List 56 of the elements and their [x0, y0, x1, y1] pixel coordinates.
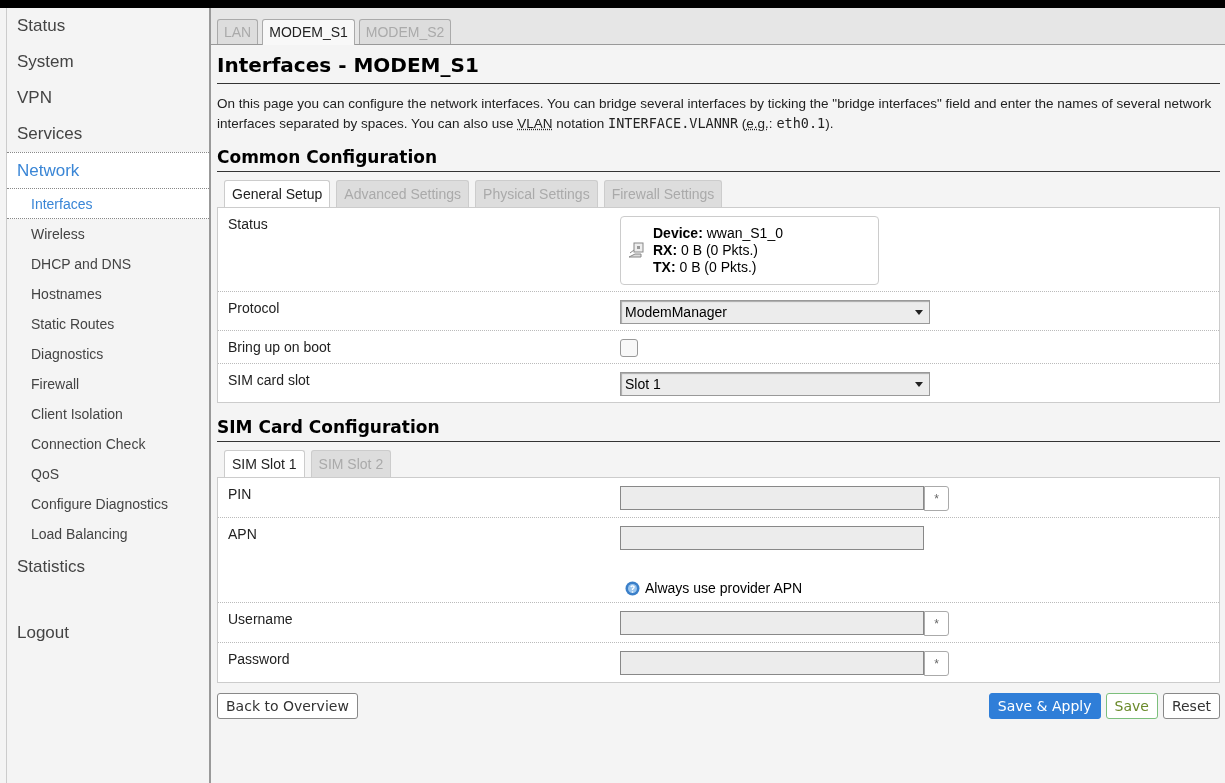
submenu-item[interactable]: Load Balancing	[7, 519, 209, 549]
menu-item[interactable]: System	[7, 44, 209, 80]
menu-item[interactable]: VPN	[7, 80, 209, 116]
save-button[interactable]: Save	[1105, 693, 1158, 720]
input-field[interactable]	[620, 526, 924, 551]
caret-icon	[915, 309, 923, 315]
submenu-item[interactable]: Hostnames	[7, 279, 209, 309]
field-label: Status	[228, 216, 269, 235]
dropdown[interactable]: Slot 1	[620, 372, 930, 397]
submenu-item[interactable]: Connection Check	[7, 429, 209, 459]
status-line: TX: 0 B (0 Pkts.)	[653, 259, 758, 277]
dropdown[interactable]: ModemManager	[620, 300, 930, 325]
menu-item[interactable]: Status	[7, 8, 209, 44]
checkbox[interactable]	[620, 339, 638, 358]
field-label: Protocol	[228, 300, 281, 319]
submenu-item[interactable]: Static Routes	[7, 309, 209, 339]
network-device-icon	[627, 240, 645, 261]
reveal-button[interactable]: *	[924, 486, 949, 512]
description-text: On this page you can configure the network interfaces. You can bridge several interfaces by ticking the "bridge interfaces" field and enter the names of several network interfaces separated by spaces. You can also use VLAN notation INTERFACE.VLANNR (e.g.: eth0.1).	[217, 95, 1213, 133]
logout-link[interactable]: Logout	[7, 615, 209, 651]
status-line: RX: 0 B (0 Pkts.)	[653, 242, 760, 260]
help-icon	[625, 580, 640, 596]
menu-item[interactable]: Services	[7, 116, 209, 152]
hint-text: Always use provider APN	[645, 580, 803, 597]
tab[interactable]: General Setup	[224, 180, 331, 208]
reveal-button[interactable]: *	[924, 611, 949, 637]
field-label: SIM card slot	[228, 372, 311, 391]
submenu-item[interactable]: Firewall	[7, 369, 209, 399]
input-field[interactable]	[620, 486, 924, 511]
submenu-item[interactable]: QoS	[7, 459, 209, 489]
tab[interactable]: MODEM_S1	[262, 19, 355, 45]
input-field[interactable]	[620, 651, 924, 676]
field-label: Password	[228, 651, 291, 670]
menu-item[interactable]: Network	[7, 152, 209, 189]
reveal-button[interactable]: *	[924, 651, 949, 677]
caret-icon	[915, 381, 923, 387]
tab[interactable]: SIM Slot 1	[224, 450, 305, 478]
field-label: Bring up on boot	[228, 339, 332, 358]
back-button[interactable]: Back to Overview	[217, 693, 358, 720]
submenu-item[interactable]: Diagnostics	[7, 339, 209, 369]
field-label: Username	[228, 611, 294, 630]
submenu-item[interactable]: DHCP and DNS	[7, 249, 209, 279]
page-title: Interfaces - MODEM_S1	[217, 53, 1220, 84]
section-title: SIM Card Configuration	[217, 417, 1220, 443]
submenu-item[interactable]: Interfaces	[7, 189, 209, 219]
status-line: Device: wwan_S1_0	[653, 225, 783, 243]
field-label: PIN	[228, 486, 253, 505]
menu-item[interactable]: Statistics	[7, 549, 209, 585]
submenu-item[interactable]: Wireless	[7, 219, 209, 249]
input-field[interactable]	[620, 611, 924, 636]
section-title: Common Configuration	[217, 147, 1220, 173]
submenu-item[interactable]: Client Isolation	[7, 399, 209, 429]
reset-button[interactable]: Reset	[1162, 693, 1220, 720]
save-apply-button[interactable]: Save & Apply	[988, 693, 1101, 720]
submenu-item[interactable]: Configure Diagnostics	[7, 489, 209, 519]
field-label: APN	[228, 526, 258, 545]
